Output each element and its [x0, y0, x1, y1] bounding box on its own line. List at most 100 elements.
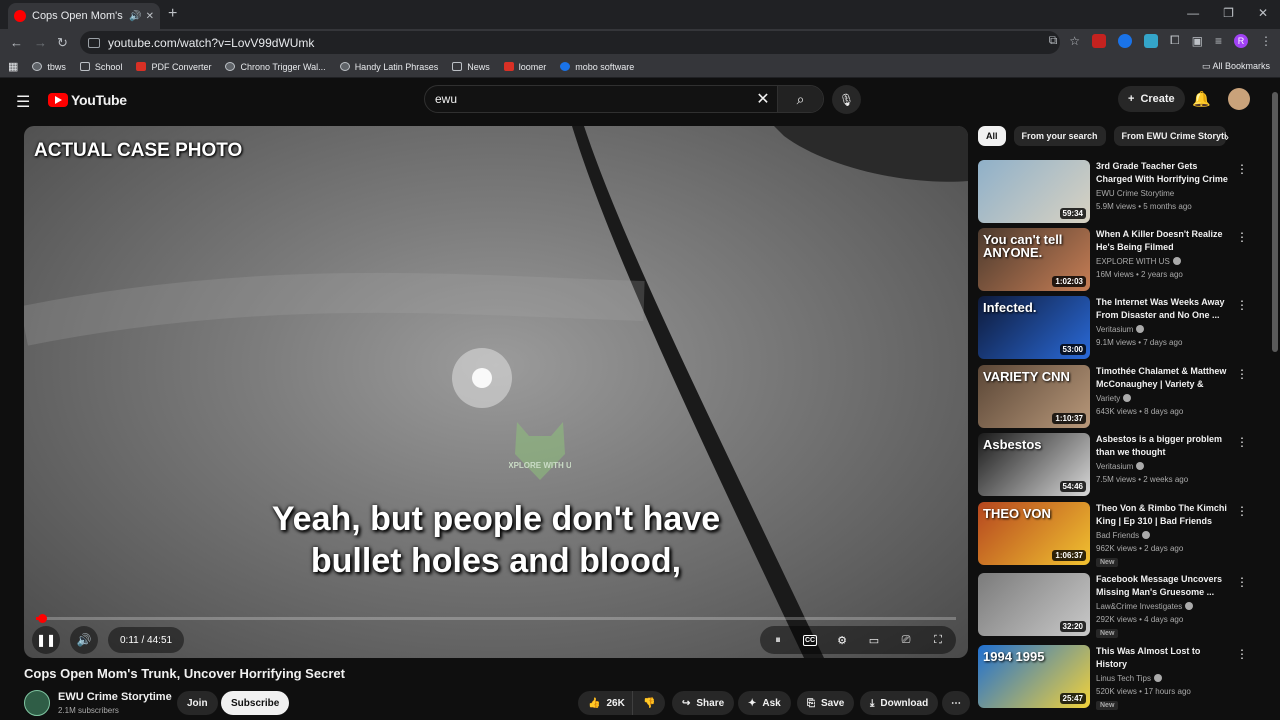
more-actions-button[interactable]: ⋯ — [942, 691, 970, 715]
bookmark-pdf-converter[interactable]: PDF Converter — [136, 62, 211, 72]
back-icon[interactable]: ← — [10, 35, 23, 50]
youtube-logo[interactable]: YouTube — [48, 92, 127, 108]
theater-mode-icon[interactable]: ▭ — [860, 626, 888, 654]
minimize-icon[interactable]: — — [1187, 6, 1199, 20]
recommendation-item[interactable]: Infected. 53:00 The Internet Was Weeks A… — [978, 296, 1258, 360]
page-scrollbar[interactable] — [1272, 92, 1278, 352]
extension-blue-icon[interactable] — [1118, 33, 1133, 48]
more-vert-icon[interactable]: ⋮ — [1236, 504, 1248, 518]
extension-red-icon[interactable] — [1092, 33, 1107, 48]
video-title[interactable]: Asbestos is a bigger problem than we tho… — [1096, 433, 1232, 459]
recommendation-item[interactable]: 1994 1995 25:47 This Was Almost Lost to … — [978, 645, 1258, 710]
url-bar[interactable]: youtube.com/watch?v=LovV99dWUmk — [80, 31, 1060, 54]
media-control-icon[interactable]: ≡ — [1215, 34, 1222, 48]
pause-button[interactable]: ❚❚ — [32, 626, 60, 654]
recommendation-item[interactable]: 32:20 Facebook Message Uncovers Missing … — [978, 573, 1258, 638]
video-title[interactable]: Facebook Message Uncovers Missing Man's … — [1096, 573, 1232, 599]
save-button[interactable]: ⎘ Save — [797, 691, 855, 715]
channel-name[interactable]: EWU Crime Storytime — [58, 691, 172, 703]
close-window-icon[interactable]: ✕ — [1258, 6, 1268, 20]
browser-menu-icon[interactable]: ⋮ — [1260, 34, 1272, 48]
channel-name[interactable]: Law&Crime Investigates — [1096, 602, 1194, 611]
ask-button[interactable]: ✦ Ask — [738, 691, 791, 715]
recommendation-item[interactable]: 59:34 3rd Grade Teacher Gets Charged Wit… — [978, 160, 1258, 224]
search-button[interactable]: ⌕ — [777, 86, 823, 112]
reload-icon[interactable]: ↻ — [57, 35, 68, 51]
download-button[interactable]: ⤓ Download — [860, 691, 939, 715]
channel-name[interactable]: EXPLORE WITH US — [1096, 257, 1181, 266]
channel-name[interactable]: Veritasium — [1096, 462, 1145, 471]
bookmark-mobo-software[interactable]: mobo software — [560, 62, 634, 72]
cast-icon[interactable]: ⎚ — [892, 626, 920, 654]
extensions-puzzle-icon[interactable]: ⧠ — [1170, 33, 1180, 48]
all-bookmarks[interactable]: ▭ All Bookmarks — [1202, 61, 1270, 72]
video-title[interactable]: Timothée Chalamet & Matthew McConaughey … — [1096, 365, 1232, 391]
more-vert-icon[interactable]: ⋮ — [1236, 647, 1248, 661]
dislike-button[interactable]: 👎 — [632, 691, 666, 715]
apps-grid-icon[interactable]: ▦ — [8, 60, 18, 73]
chevron-right-icon[interactable]: › — [1225, 130, 1229, 144]
share-button[interactable]: ↪ Share — [672, 691, 735, 715]
video-thumbnail[interactable]: Infected. 53:00 — [978, 296, 1090, 359]
more-vert-icon[interactable]: ⋮ — [1236, 162, 1248, 176]
settings-gear-icon[interactable]: ⚙ — [828, 626, 856, 654]
video-thumbnail[interactable]: THEO VON 1:06:37 — [978, 502, 1090, 565]
recommendation-item[interactable]: VARIETY CNN 1:10:37 Timothée Chalamet & … — [978, 365, 1258, 429]
bookmark-news[interactable]: News — [452, 62, 490, 72]
more-vert-icon[interactable]: ⋮ — [1236, 230, 1248, 244]
video-thumbnail[interactable]: VARIETY CNN 1:10:37 — [978, 365, 1090, 428]
clear-search-icon[interactable]: ✕ — [749, 89, 777, 109]
site-info-icon[interactable] — [88, 37, 100, 48]
channel-name[interactable]: Bad Friends — [1096, 531, 1151, 540]
join-button[interactable]: Join — [177, 691, 218, 715]
subscribe-button[interactable]: Subscribe — [221, 691, 290, 715]
video-thumbnail[interactable]: 59:34 — [978, 160, 1090, 223]
chip-from-channel[interactable]: From EWU Crime Storytime — [1113, 126, 1226, 146]
video-title[interactable]: This Was Almost Lost to History — [1096, 645, 1232, 671]
channel-name[interactable]: Veritasium — [1096, 325, 1145, 334]
fullscreen-icon[interactable]: ⛶ — [924, 626, 952, 654]
channel-name[interactable]: EWU Crime Storytime — [1096, 189, 1174, 198]
video-title[interactable]: When A Killer Doesn't Realize He's Being… — [1096, 228, 1232, 254]
bookmark-latin-phrases[interactable]: Handy Latin Phrases — [339, 62, 438, 72]
more-vert-icon[interactable]: ⋮ — [1236, 435, 1248, 449]
volume-button[interactable]: 🔊 — [70, 626, 98, 654]
account-avatar[interactable] — [1228, 88, 1250, 110]
video-title[interactable]: 3rd Grade Teacher Gets Charged With Horr… — [1096, 160, 1232, 186]
install-app-icon[interactable]: ⧉ — [1049, 33, 1058, 48]
channel-avatar[interactable] — [24, 690, 50, 716]
more-vert-icon[interactable]: ⋮ — [1236, 367, 1248, 381]
video-thumbnail[interactable]: You can't tell ANYONE. 1:02:03 — [978, 228, 1090, 291]
recommendation-item[interactable]: THEO VON 1:06:37 Theo Von & Rimbo The Ki… — [978, 502, 1258, 567]
extension-translate-icon[interactable] — [1144, 33, 1159, 48]
hamburger-menu-icon[interactable]: ☰ — [16, 92, 30, 112]
forward-icon[interactable]: → — [34, 35, 47, 50]
video-thumbnail[interactable]: Asbestos 54:46 — [978, 433, 1090, 496]
bookmark-tbws[interactable]: tbws — [32, 62, 66, 72]
bookmark-chrono-trigger[interactable]: Chrono Trigger Wal... — [225, 62, 326, 72]
video-title[interactable]: The Internet Was Weeks Away From Disaste… — [1096, 296, 1232, 322]
video-thumbnail[interactable]: 32:20 — [978, 573, 1090, 636]
tab-close-icon[interactable]: ✕ — [146, 11, 154, 22]
profile-avatar[interactable]: R — [1234, 33, 1248, 48]
channel-name[interactable]: Variety — [1096, 394, 1132, 403]
scrubber-handle[interactable] — [37, 614, 47, 623]
like-button[interactable]: 👍 26K — [578, 691, 633, 715]
notifications-bell-icon[interactable]: 🔔 — [1192, 90, 1211, 108]
recommendation-item[interactable]: You can't tell ANYONE. 1:02:03 When A Ki… — [978, 228, 1258, 292]
captions-button[interactable]: CC — [796, 626, 824, 654]
video-player[interactable]: ACTUAL CASE PHOTO EXPLORE WITH US Yeah, … — [24, 126, 968, 658]
new-tab-icon[interactable]: + — [168, 5, 177, 23]
chip-from-your-search[interactable]: From your search — [1013, 126, 1106, 146]
chip-all[interactable]: All — [978, 126, 1006, 146]
progress-bar[interactable] — [36, 614, 956, 623]
video-thumbnail[interactable]: 1994 1995 25:47 — [978, 645, 1090, 708]
more-vert-icon[interactable]: ⋮ — [1236, 575, 1248, 589]
channel-name[interactable]: Linus Tech Tips — [1096, 674, 1162, 683]
more-vert-icon[interactable]: ⋮ — [1236, 298, 1248, 312]
video-title[interactable]: Theo Von & Rimbo The Kimchi King | Ep 31… — [1096, 502, 1232, 528]
autoplay-toggle-icon[interactable]: ⏸ — [764, 626, 792, 654]
tab-audio-icon[interactable]: 🔊 — [129, 11, 141, 22]
browser-tab[interactable]: Cops Open Mom's Trunk, Uncover Horrifyin… — [8, 3, 160, 29]
bookmark-school[interactable]: School — [79, 62, 122, 72]
